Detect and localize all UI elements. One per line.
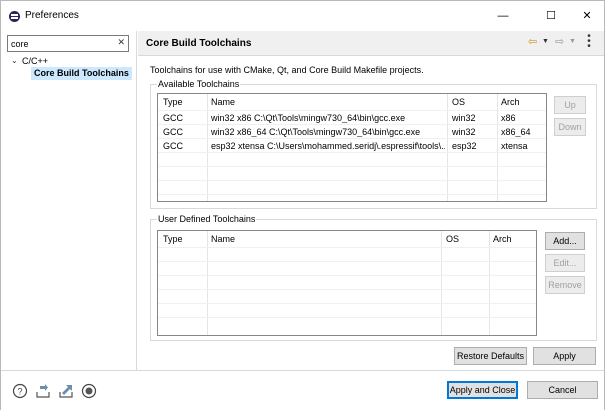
row-type: GCC: [163, 127, 183, 137]
tree-item-core-build-toolchains[interactable]: Core Build Toolchains: [31, 67, 132, 80]
user-defined-toolchains-group: User Defined Toolchains Type Name OS Arc…: [150, 214, 597, 341]
row-arch: xtensa: [501, 141, 528, 151]
import-icon[interactable]: [35, 383, 51, 399]
remove-button[interactable]: Remove: [545, 276, 585, 294]
page-title: Core Build Toolchains: [146, 38, 252, 49]
help-icon[interactable]: ?: [12, 383, 28, 399]
row-type: GCC: [163, 141, 183, 151]
row-name: win32 x86 C:\Qt\Tools\mingw730_64\bin\gc…: [211, 113, 406, 123]
preference-tree-pane: ✕ ⌄ C/C++ Core Build Toolchains: [1, 31, 137, 370]
back-arrow-icon[interactable]: ⇦: [528, 36, 540, 48]
export-icon[interactable]: [58, 383, 74, 399]
row-os: win32: [452, 113, 476, 123]
row-name: win32 x86_64 C:\Qt\Tools\mingw730_64\bin…: [211, 127, 421, 137]
down-button[interactable]: Down: [554, 118, 586, 136]
close-button[interactable]: ✕: [577, 6, 597, 26]
column-header-name[interactable]: Name: [211, 97, 235, 107]
tree-item-cpp[interactable]: C/C++: [22, 56, 48, 66]
dialog-footer: ? Apply and Close Cancel: [1, 370, 604, 410]
row-arch: x86_64: [501, 127, 531, 137]
column-header-type[interactable]: Type: [163, 97, 183, 107]
maximize-button[interactable]: ☐: [541, 6, 561, 26]
row-name: esp32 xtensa C:\Users\mohammed.seridj\.e…: [211, 141, 445, 151]
tree-expand-icon[interactable]: ⌄: [11, 56, 18, 65]
filter-input[interactable]: [11, 37, 111, 50]
column-header-name[interactable]: Name: [211, 234, 235, 244]
restore-defaults-button[interactable]: Restore Defaults: [454, 347, 527, 365]
eclipse-app-icon: [9, 11, 20, 22]
minimize-button[interactable]: —: [493, 6, 513, 26]
title-bar: Preferences — ☐ ✕: [1, 1, 604, 31]
clear-filter-icon[interactable]: ✕: [117, 37, 125, 48]
user-defined-toolchains-table[interactable]: Type Name OS Arch: [157, 230, 537, 336]
row-os: esp32: [452, 141, 477, 151]
cancel-button[interactable]: Cancel: [527, 381, 598, 399]
forward-dropdown-icon: ▼: [569, 38, 576, 45]
svg-text:?: ?: [17, 387, 22, 397]
back-dropdown-icon[interactable]: ▼: [542, 38, 549, 45]
apply-button[interactable]: Apply: [533, 347, 596, 365]
column-header-os[interactable]: OS: [452, 97, 465, 107]
edit-button[interactable]: Edit...: [545, 254, 585, 272]
row-os: win32: [452, 127, 476, 137]
filter-field[interactable]: ✕: [7, 35, 129, 52]
column-header-arch[interactable]: Arch: [493, 234, 512, 244]
user-defined-toolchains-label: User Defined Toolchains: [157, 214, 257, 224]
available-toolchains-label: Available Toolchains: [157, 79, 241, 89]
row-type: GCC: [163, 113, 183, 123]
up-button[interactable]: Up: [554, 96, 586, 114]
apply-and-close-button[interactable]: Apply and Close: [447, 381, 518, 399]
column-header-os[interactable]: OS: [446, 234, 459, 244]
preferences-window: Preferences — ☐ ✕ ✕ ⌄ C/C++ Core Build T…: [0, 0, 605, 410]
column-header-type[interactable]: Type: [163, 234, 183, 244]
preference-page: Core Build Toolchains ⇦ ▼ ⇨ ▼ • • • Toolch…: [138, 31, 604, 370]
view-menu-icon[interactable]: • • •: [585, 32, 593, 52]
page-header: Core Build Toolchains ⇦ ▼ ⇨ ▼ • • •: [138, 31, 604, 56]
window-title: Preferences: [25, 10, 79, 21]
record-icon[interactable]: [81, 383, 97, 399]
column-header-arch[interactable]: Arch: [501, 97, 520, 107]
row-arch: x86: [501, 113, 516, 123]
add-button[interactable]: Add...: [545, 232, 585, 250]
page-description: Toolchains for use with CMake, Qt, and C…: [150, 65, 424, 75]
available-toolchains-group: Available Toolchains Type Name OS Arch G…: [150, 79, 597, 209]
forward-arrow-icon: ⇨: [555, 36, 565, 48]
available-toolchains-table[interactable]: Type Name OS Arch GCC win32 x86 C:\Qt\To…: [157, 93, 547, 202]
